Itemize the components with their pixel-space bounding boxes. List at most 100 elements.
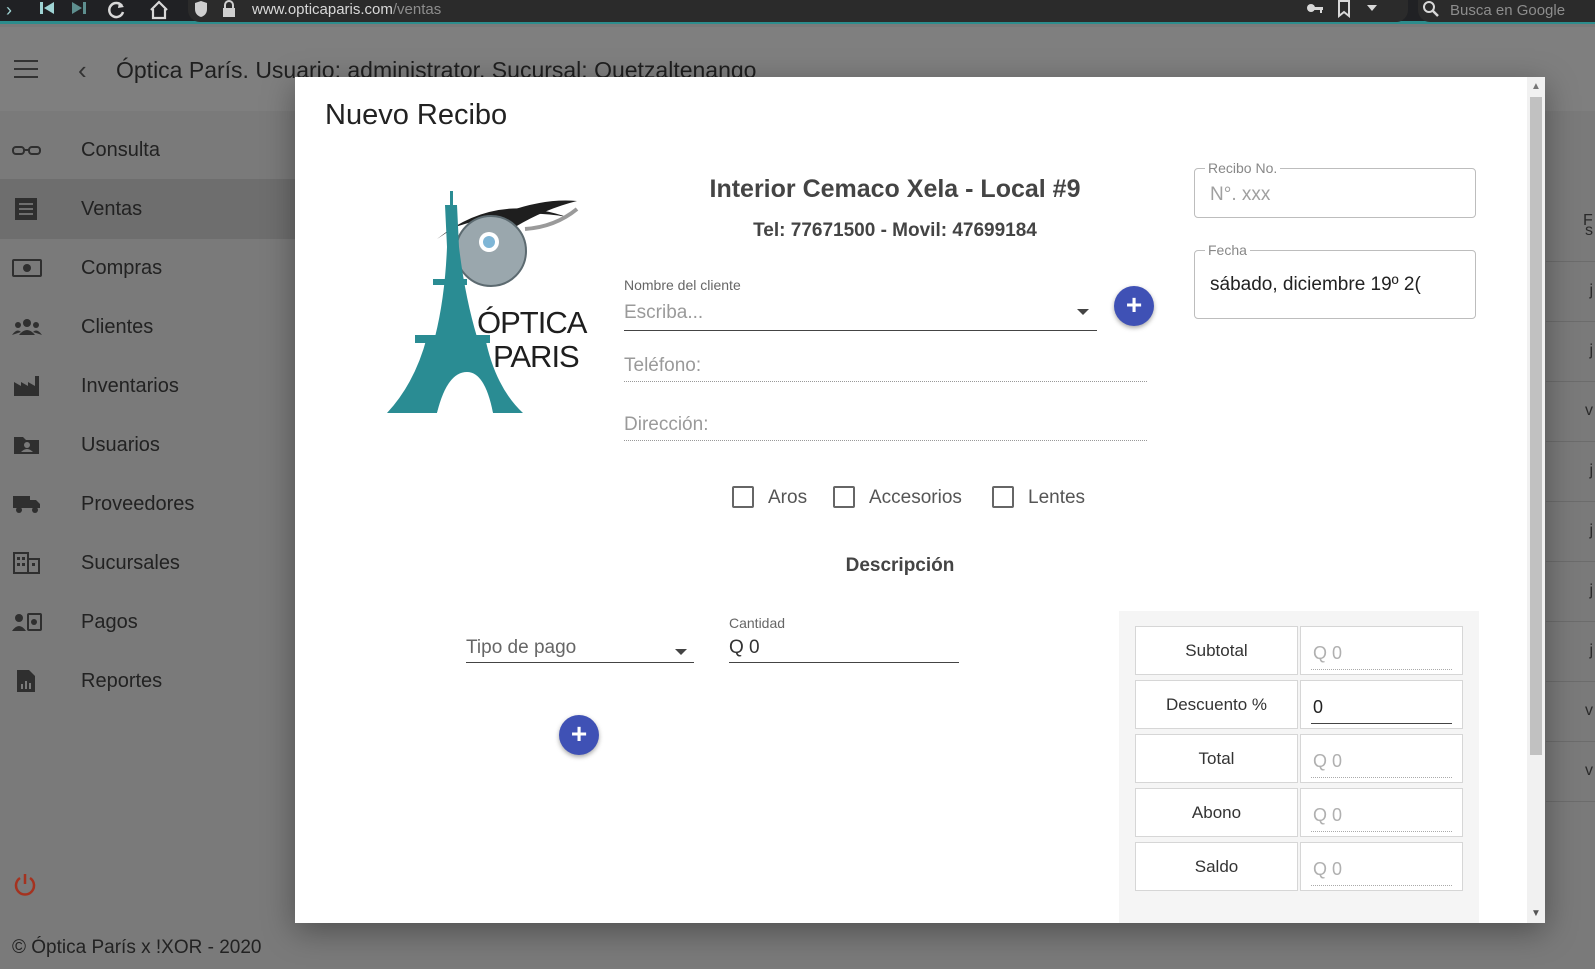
glasses-icon <box>12 138 42 162</box>
dropdown-icon[interactable] <box>1366 0 1378 22</box>
power-icon[interactable] <box>12 872 38 898</box>
sidebar-item-consulta[interactable]: Consulta <box>0 120 295 180</box>
optica-paris-logo: ÓPTICA PARIS <box>385 187 605 422</box>
table-cell: v <box>1546 682 1595 742</box>
client-placeholder: Escriba... <box>624 302 704 323</box>
total-value: Q 0 <box>1313 751 1343 771</box>
discount-value: 0 <box>1313 697 1324 717</box>
chevron-down-icon[interactable] <box>675 649 687 655</box>
amount-value: Q 0 <box>729 637 760 658</box>
reload-icon[interactable] <box>106 0 126 22</box>
plus-icon: + <box>1125 289 1143 320</box>
skip-back-icon[interactable] <box>40 0 54 22</box>
sidebar-item-label: Usuarios <box>81 434 160 456</box>
sidebar-item-label: Ventas <box>81 198 143 220</box>
checkbox-label-aros: Aros <box>768 487 808 508</box>
sidebar-item-label: Pagos <box>81 611 138 633</box>
sidebar-item-label: Inventarios <box>81 375 179 397</box>
money-icon <box>12 256 42 280</box>
sidebar-item-label: Consulta <box>81 139 160 161</box>
home-icon[interactable] <box>148 0 170 22</box>
building-icon <box>12 551 42 575</box>
sidebar-item-label: Sucursales <box>81 552 180 574</box>
sidebar-item-inventarios[interactable]: Inventarios <box>0 356 295 416</box>
scroll-up-icon[interactable]: ▲ <box>1531 81 1541 92</box>
lock-icon <box>222 0 236 22</box>
url-path: /ventas <box>392 1 442 18</box>
table-cell: j <box>1546 622 1595 682</box>
phone-label: Teléfono: <box>624 355 702 376</box>
back-arrow-icon[interactable]: ‹ <box>78 55 87 86</box>
checkbox-label-accesorios: Accesorios <box>869 487 962 508</box>
description-title: Descripción <box>845 555 955 576</box>
table-header-cell: F <box>1583 212 1593 229</box>
table-cell: v <box>1546 382 1595 442</box>
scrollbar-thumb[interactable] <box>1530 97 1542 755</box>
discount-input[interactable]: 0 <box>1300 680 1463 729</box>
logo-text-paris: PARIS <box>493 339 580 374</box>
totals-panel: Subtotal Q 0 Descuento % 0 Total Q 0 Abo… <box>1119 611 1479 923</box>
subtotal-label: Subtotal <box>1135 626 1298 675</box>
add-client-button[interactable]: + <box>1114 286 1154 326</box>
checkbox-accesorios[interactable] <box>833 486 855 508</box>
sidebar-item-clientes[interactable]: Clientes <box>0 297 295 357</box>
sidebar-item-ventas[interactable]: Ventas <box>0 179 295 239</box>
chevron-down-icon[interactable] <box>1077 309 1089 315</box>
add-payment-button[interactable]: + <box>559 715 599 755</box>
total-field: Q 0 <box>1300 734 1463 783</box>
table-cell: j <box>1546 562 1595 622</box>
receipt-number-placeholder: N°. xxx <box>1210 184 1271 205</box>
sidebar-item-proveedores[interactable]: Proveedores <box>0 474 295 534</box>
url-text[interactable]: www.opticaparis.com/ventas <box>252 1 441 18</box>
deposit-field: Q 0 <box>1300 788 1463 837</box>
discount-label: Descuento % <box>1135 680 1298 729</box>
sidebar-item-pagos[interactable]: Pagos <box>0 592 295 652</box>
url-host: www.opticaparis.com <box>252 1 393 18</box>
people-icon <box>12 315 42 339</box>
truck-icon <box>12 492 42 516</box>
report-icon <box>12 669 42 693</box>
shield-icon <box>194 0 208 22</box>
checkbox-aros[interactable] <box>732 486 754 508</box>
payment-icon <box>12 610 42 634</box>
sidebar-item-usuarios[interactable]: Usuarios <box>0 415 295 475</box>
table-cell: j <box>1546 322 1595 382</box>
table-cell: v <box>1546 742 1595 802</box>
sidebar-item-compras[interactable]: Compras <box>0 238 295 298</box>
receipt-number-legend: Recibo No. <box>1205 160 1281 176</box>
amount-input[interactable] <box>729 635 959 663</box>
balance-field: Q 0 <box>1300 842 1463 891</box>
store-name: Interior Cemaco Xela - Local #9 <box>709 175 1081 203</box>
footer: © Óptica París x !XOR - 2020 <box>0 927 1595 969</box>
dialog-scrollbar[interactable]: ▲ ▼ <box>1527 77 1545 923</box>
scroll-down-icon[interactable]: ▼ <box>1531 908 1541 919</box>
sidebar-item-sucursales[interactable]: Sucursales <box>0 533 295 593</box>
sidebar-item-label: Reportes <box>81 670 163 692</box>
logo-text-optica: ÓPTICA <box>477 305 587 340</box>
receipt-icon <box>12 197 42 221</box>
payment-type-label: Tipo de pago <box>466 637 577 658</box>
skip-forward-icon[interactable] <box>72 0 86 22</box>
new-receipt-dialog: Nuevo Recibo ÓPTICA PARIS Interior Cemac… <box>295 77 1545 923</box>
deposit-value: Q 0 <box>1313 805 1343 825</box>
phone-field[interactable] <box>624 352 1147 382</box>
sidebar: Consulta Ventas Compras Clientes Inventa… <box>0 111 295 927</box>
balance-label: Saldo <box>1135 842 1298 891</box>
balance-value: Q 0 <box>1313 859 1343 879</box>
bookmark-icon[interactable] <box>1338 0 1350 22</box>
menu-icon[interactable] <box>14 60 38 78</box>
checkbox-lentes[interactable] <box>992 486 1014 508</box>
footer-text: © Óptica París x !XOR - 2020 <box>12 937 262 958</box>
table-cell: j <box>1546 442 1595 502</box>
table-cell: j <box>1546 502 1595 562</box>
plus-icon: + <box>570 718 588 749</box>
table-cell: j <box>1546 262 1595 322</box>
forward-icon[interactable]: › <box>6 0 12 22</box>
subtotal-value: Q 0 <box>1313 643 1343 663</box>
amount-field-label: Cantidad <box>729 615 786 631</box>
sidebar-item-reportes[interactable]: Reportes <box>0 651 295 711</box>
folder-user-icon <box>12 433 42 457</box>
total-label: Total <box>1135 734 1298 783</box>
client-field-label: Nombre del cliente <box>624 277 741 293</box>
key-icon[interactable] <box>1306 0 1324 22</box>
